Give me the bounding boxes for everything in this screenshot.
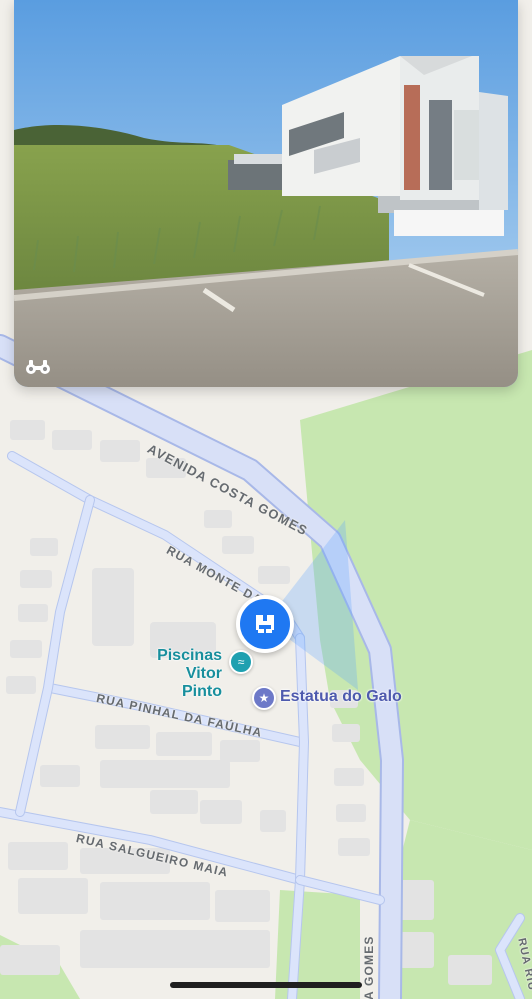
star-icon[interactable]: ★ bbox=[252, 686, 276, 710]
binoculars-location-marker[interactable] bbox=[236, 595, 294, 653]
landmark-label-estatua-do-galo[interactable]: Estatua do Galo bbox=[280, 688, 402, 706]
binoculars-icon bbox=[240, 599, 290, 649]
binoculars-icon[interactable] bbox=[22, 354, 54, 380]
swimming-icon[interactable]: ≈ bbox=[229, 650, 253, 674]
home-indicator[interactable] bbox=[170, 982, 362, 988]
poi-label-piscinas[interactable]: Piscinas Vitor Pinto bbox=[150, 647, 222, 701]
street-view-image bbox=[14, 0, 518, 387]
look-around-preview[interactable] bbox=[14, 0, 518, 387]
street-label-bottom-avenida: A GOMES bbox=[362, 935, 376, 999]
maps-screen: { "map": { "streets": { "avenida": "AVEN… bbox=[0, 0, 532, 999]
